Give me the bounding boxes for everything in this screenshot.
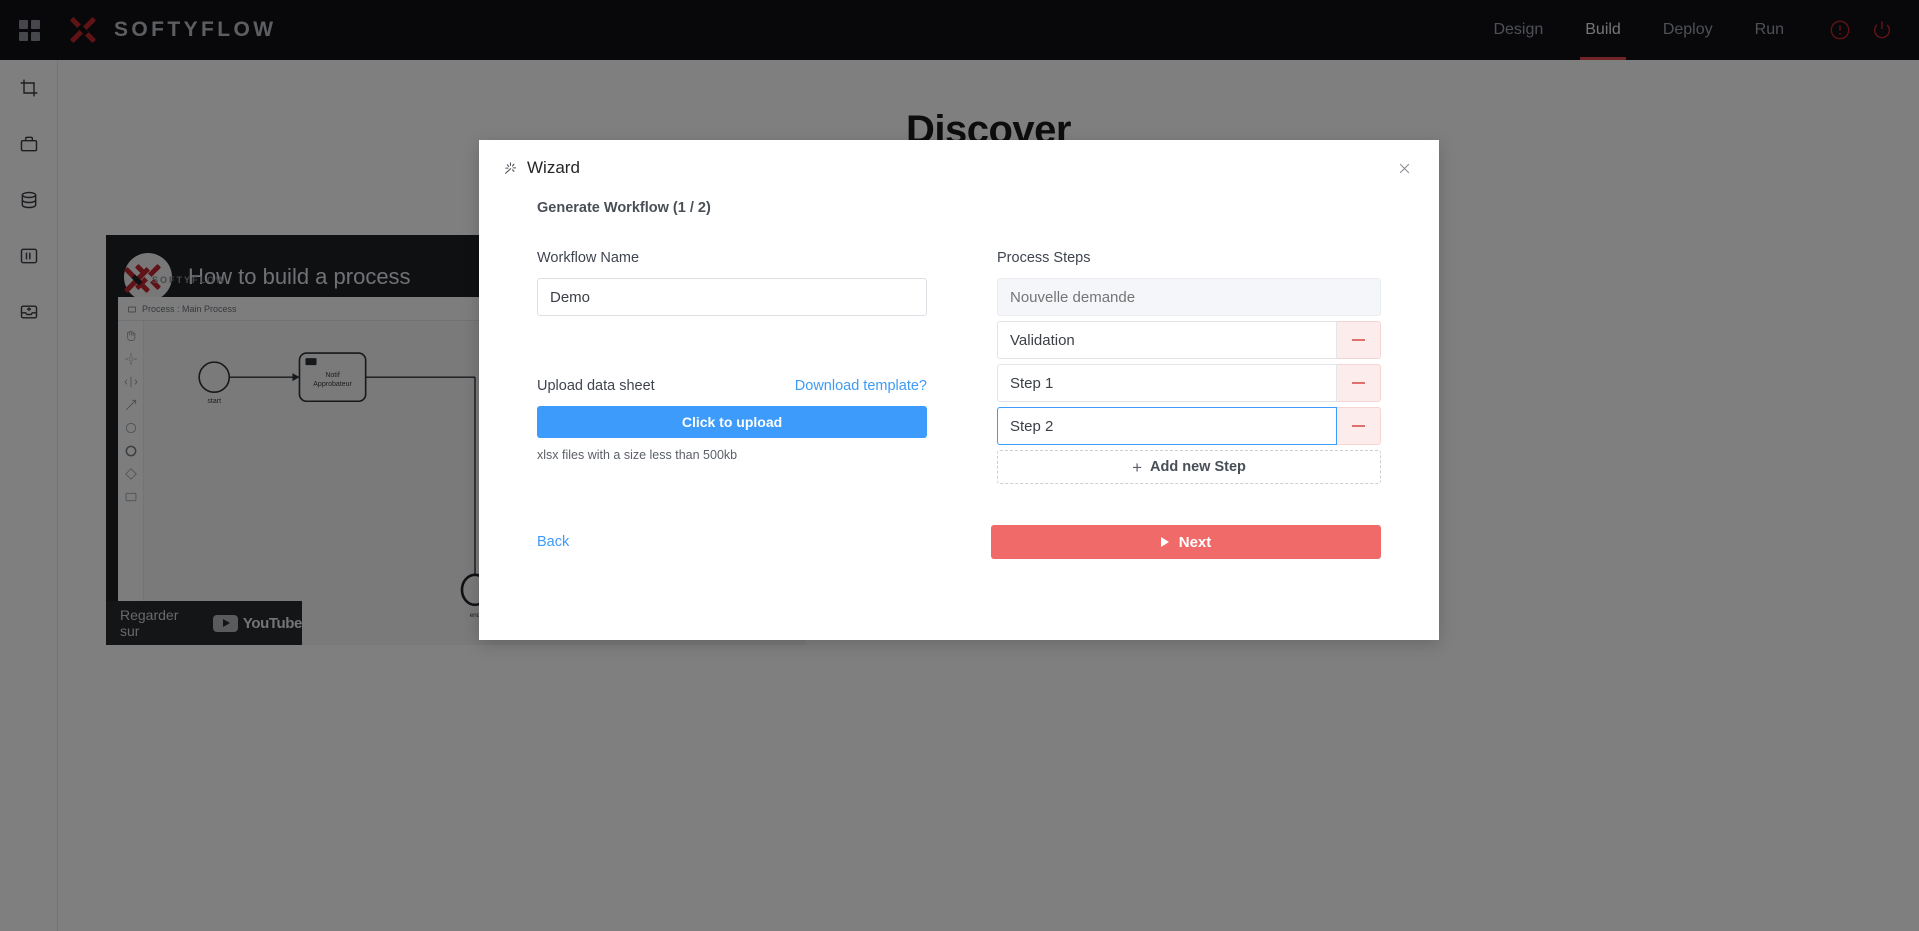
modal-header: Wizard — [479, 140, 1439, 196]
next-button[interactable]: Next — [991, 525, 1381, 559]
app-root: Discover Watch our educational videos Ho… — [0, 0, 1919, 931]
remove-step-button[interactable] — [1337, 321, 1381, 359]
step-input[interactable] — [997, 364, 1337, 402]
sparkle-wizard-icon — [505, 161, 517, 174]
workflow-name-input[interactable] — [537, 278, 927, 316]
wizard-modal: Wizard Generate Workflow (1 / 2) Workflo… — [479, 140, 1439, 640]
add-new-step-label: Add new Step — [1150, 459, 1246, 475]
modal-title-label: Wizard — [527, 158, 580, 177]
upload-data-sheet-label: Upload data sheet — [537, 378, 655, 394]
upload-row: Upload data sheet Download template? — [537, 378, 927, 394]
modal-columns: Workflow Name Upload data sheet Download… — [479, 216, 1439, 484]
step-row — [997, 407, 1381, 445]
modal-left-column: Workflow Name Upload data sheet Download… — [537, 250, 927, 484]
modal-step-heading: Generate Workflow (1 / 2) — [537, 200, 711, 216]
download-template-link[interactable]: Download template? — [795, 378, 927, 394]
minus-icon — [1352, 339, 1365, 341]
modal-footer: Back Next — [479, 484, 1439, 559]
step-input[interactable] — [997, 407, 1337, 445]
add-new-step-button[interactable]: + Add new Step — [997, 450, 1381, 484]
plus-icon: + — [1132, 457, 1143, 477]
next-button-label: Next — [1178, 533, 1212, 551]
step-row — [997, 278, 1381, 316]
play-triangle-icon — [1160, 537, 1169, 547]
close-icon[interactable] — [1391, 155, 1417, 181]
upload-hint: xlsx files with a size less than 500kb — [537, 448, 738, 462]
minus-icon — [1352, 425, 1365, 427]
click-to-upload-button[interactable]: Click to upload — [537, 406, 927, 438]
step-row — [997, 364, 1381, 402]
process-steps-label: Process Steps — [997, 250, 1091, 266]
step-input-locked — [997, 278, 1381, 316]
back-button[interactable]: Back — [537, 534, 569, 550]
step-row — [997, 321, 1381, 359]
modal-right-column: Process Steps + A — [997, 250, 1381, 484]
workflow-name-label: Workflow Name — [537, 250, 640, 266]
remove-step-button[interactable] — [1337, 364, 1381, 402]
step-input[interactable] — [997, 321, 1337, 359]
remove-step-button[interactable] — [1337, 407, 1381, 445]
minus-icon — [1352, 382, 1365, 384]
modal-title: Wizard — [503, 158, 580, 178]
